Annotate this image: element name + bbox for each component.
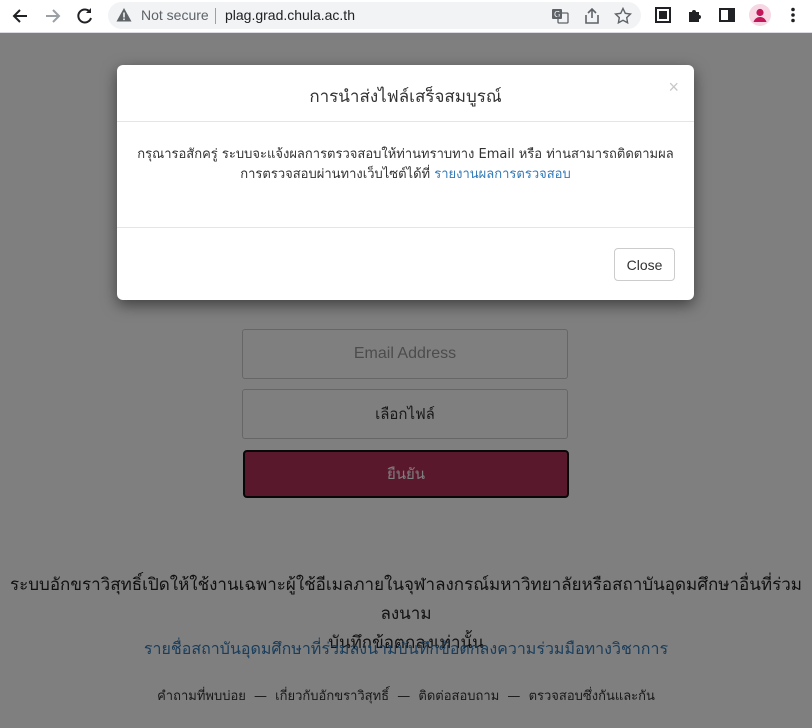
menu-icon[interactable]	[784, 6, 804, 26]
warning-icon[interactable]	[116, 7, 132, 27]
reload-icon[interactable]	[74, 5, 96, 27]
address-bar[interactable]: Not secure plag.grad.chula.ac.th G	[108, 2, 641, 29]
star-icon[interactable]	[613, 6, 633, 25]
security-label[interactable]: Not secure	[141, 7, 209, 23]
forward-icon[interactable]	[42, 5, 64, 27]
close-button[interactable]: Close	[614, 248, 675, 281]
profile-icon[interactable]	[749, 4, 771, 26]
modal-body: กรุณารอสักครู่ ระบบจะแจ้งผลการตรวจสอบให้…	[132, 145, 679, 185]
modal-body-line-1: กรุณารอสักครู่ ระบบจะแจ้งผลการตรวจสอบให้…	[137, 147, 674, 162]
extensions-icon[interactable]	[686, 6, 706, 26]
browser-toolbar: Not secure plag.grad.chula.ac.th G	[0, 0, 812, 33]
modal-body-line-2-text: การตรวจสอบผ่านทางเว็บไซต์ได้ที่	[240, 167, 435, 182]
omnibox-separator	[215, 8, 216, 24]
report-link[interactable]: รายงานผลการตรวจสอบ	[434, 167, 571, 182]
share-icon[interactable]	[583, 7, 601, 25]
translate-icon[interactable]: G	[551, 7, 569, 25]
modal-footer: Close	[117, 227, 694, 301]
close-icon[interactable]: ×	[668, 77, 679, 98]
tab-search-icon[interactable]	[654, 6, 674, 26]
upload-success-modal: การนำส่งไฟล์เสร็จสมบูรณ์ × กรุณารอสักครู…	[117, 65, 694, 300]
modal-title: การนำส่งไฟล์เสร็จสมบูรณ์	[309, 87, 502, 107]
svg-text:G: G	[554, 10, 560, 19]
sidepanel-icon[interactable]	[718, 6, 738, 26]
back-icon[interactable]	[9, 5, 31, 27]
url-text[interactable]: plag.grad.chula.ac.th	[225, 7, 355, 23]
modal-body-line-2: การตรวจสอบผ่านทางเว็บไซต์ได้ที่ รายงานผล…	[132, 165, 679, 185]
modal-header: การนำส่งไฟล์เสร็จสมบูรณ์ ×	[117, 65, 694, 122]
